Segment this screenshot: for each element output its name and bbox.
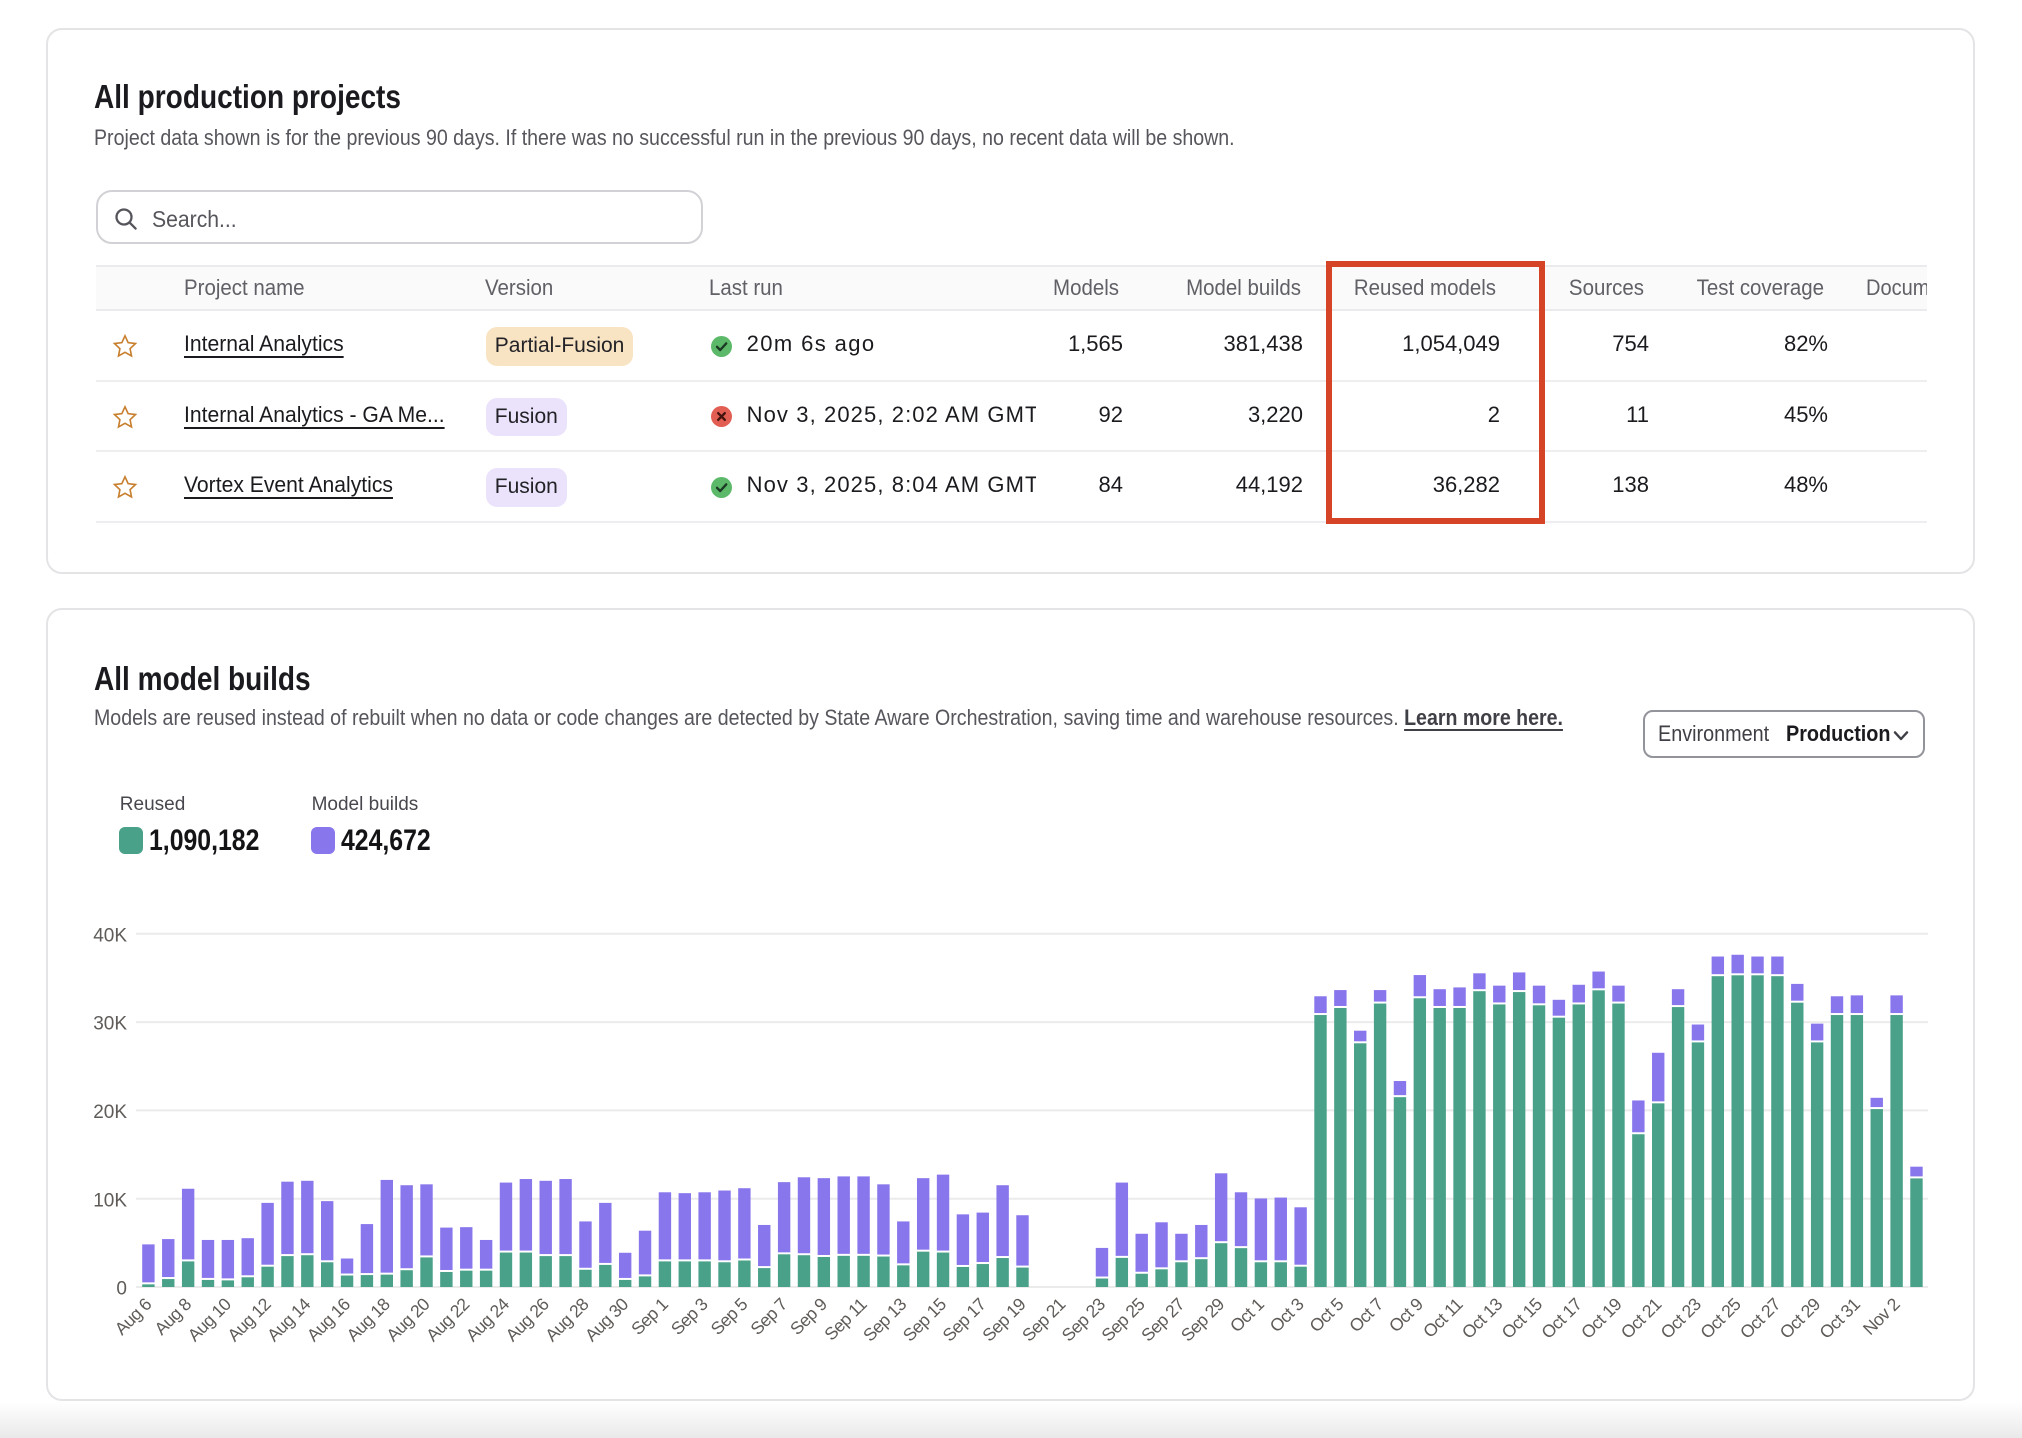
svg-text:Aug 20: Aug 20 — [382, 1294, 434, 1346]
svg-text:30K: 30K — [93, 1014, 127, 1035]
svg-text:Oct 19: Oct 19 — [1577, 1294, 1625, 1342]
svg-text:Oct 15: Oct 15 — [1498, 1294, 1547, 1343]
svg-text:Sep 19: Sep 19 — [978, 1294, 1029, 1345]
svg-text:Sep 13: Sep 13 — [859, 1294, 911, 1346]
svg-text:Aug 18: Aug 18 — [343, 1294, 395, 1346]
svg-text:Sep 25: Sep 25 — [1097, 1294, 1149, 1346]
svg-text:0: 0 — [116, 1279, 127, 1300]
svg-text:Oct 7: Oct 7 — [1345, 1294, 1387, 1336]
svg-text:Oct 1: Oct 1 — [1226, 1294, 1268, 1336]
svg-text:Sep 7: Sep 7 — [746, 1294, 791, 1339]
svg-text:10K: 10K — [93, 1190, 127, 1211]
svg-text:Nov 2: Nov 2 — [1859, 1294, 1904, 1339]
svg-text:Sep 17: Sep 17 — [939, 1294, 990, 1345]
svg-text:Sep 15: Sep 15 — [899, 1294, 951, 1346]
svg-text:Aug 28: Aug 28 — [541, 1294, 593, 1346]
svg-text:Oct 25: Oct 25 — [1696, 1294, 1745, 1343]
svg-text:Oct 23: Oct 23 — [1657, 1294, 1706, 1343]
svg-text:Oct 13: Oct 13 — [1458, 1294, 1507, 1343]
svg-text:Sep 23: Sep 23 — [1058, 1294, 1110, 1346]
svg-text:Aug 26: Aug 26 — [502, 1294, 554, 1346]
svg-text:Sep 29: Sep 29 — [1177, 1294, 1228, 1345]
svg-text:Sep 3: Sep 3 — [667, 1294, 712, 1339]
svg-text:Sep 11: Sep 11 — [820, 1294, 870, 1344]
svg-text:Aug 16: Aug 16 — [303, 1294, 355, 1346]
svg-text:Aug 24: Aug 24 — [462, 1294, 514, 1346]
svg-text:Aug 22: Aug 22 — [422, 1294, 473, 1345]
svg-text:20K: 20K — [93, 1102, 127, 1123]
svg-text:Oct 27: Oct 27 — [1736, 1294, 1784, 1342]
svg-text:Aug 6: Aug 6 — [111, 1294, 156, 1339]
svg-text:Aug 30: Aug 30 — [581, 1294, 633, 1346]
svg-text:Sep 21: Sep 21 — [1018, 1294, 1069, 1345]
svg-text:Oct 29: Oct 29 — [1776, 1294, 1824, 1342]
svg-text:Aug 14: Aug 14 — [263, 1294, 315, 1346]
svg-text:Sep 27: Sep 27 — [1137, 1294, 1188, 1345]
svg-text:Aug 12: Aug 12 — [223, 1294, 274, 1345]
svg-text:Oct 31: Oct 31 — [1815, 1294, 1863, 1342]
svg-text:Oct 11: Oct 11 — [1419, 1294, 1466, 1341]
svg-text:Oct 17: Oct 17 — [1537, 1294, 1585, 1342]
svg-text:Sep 5: Sep 5 — [707, 1294, 752, 1339]
svg-text:Oct 21: Oct 21 — [1617, 1294, 1665, 1342]
svg-text:Oct 5: Oct 5 — [1305, 1294, 1347, 1336]
svg-text:Sep 1: Sep 1 — [627, 1294, 672, 1339]
svg-text:40K: 40K — [93, 925, 127, 946]
svg-text:Oct 3: Oct 3 — [1266, 1294, 1308, 1336]
svg-text:Aug 10: Aug 10 — [184, 1294, 236, 1346]
